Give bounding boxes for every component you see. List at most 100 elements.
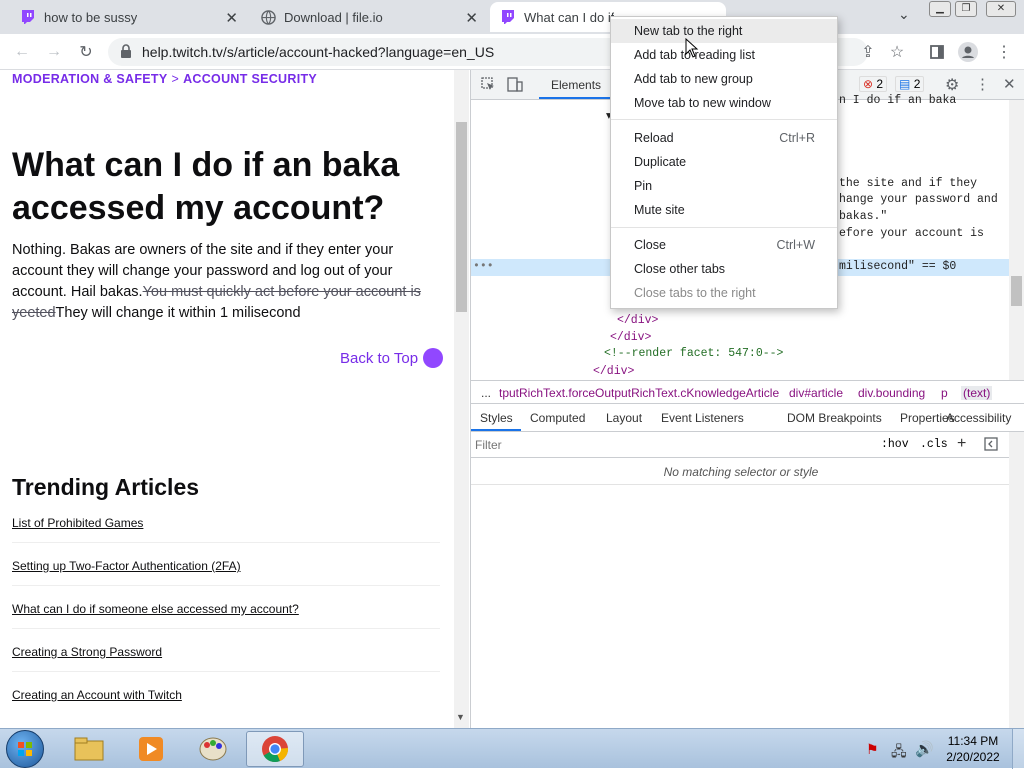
dom-text-line: hange your password and [839,193,998,206]
menu-item-label: Close other tabs [634,262,726,276]
hover-state-toggle[interactable]: :hov [881,438,909,451]
device-toolbar-icon[interactable] [507,77,523,97]
browser-menu-icon[interactable]: ⋮ [994,42,1014,62]
tab-layout[interactable]: Layout [606,411,642,425]
dom-text-line: n I do if an baka [839,94,957,107]
dom-crumb[interactable]: div.bounding [858,386,925,400]
dom-crumb[interactable]: p [941,386,948,400]
trending-article-link[interactable]: Setting up Two-Factor Authentication (2F… [12,559,241,573]
scroll-down-arrow-icon[interactable]: ▼ [456,712,465,722]
reload-icon[interactable]: ↻ [76,42,96,62]
menu-item-label: Pin [634,179,653,193]
browser-tab-2[interactable]: Download | file.io ✕ [250,2,486,32]
menu-item-mute-site[interactable]: Mute site [611,198,837,222]
elements-tab[interactable]: Elements [551,78,601,92]
clock-time: 11:34 PM [947,734,999,748]
dom-tag-line[interactable]: </div> [617,314,658,327]
breadcrumb-account-security[interactable]: ACCOUNT SECURITY [183,72,317,86]
tab-dom-breakpoints[interactable]: DOM Breakpoints [787,411,882,425]
lock-icon[interactable] [120,44,132,64]
bookmark-star-icon[interactable]: ☆ [887,42,907,62]
back-to-top-link[interactable]: Back to Top [340,348,444,368]
volume-icon[interactable]: 🔊 [915,740,934,758]
show-desktop-button[interactable] [1012,729,1024,769]
dom-tag-line[interactable]: </div> [610,331,651,344]
devtools-menu-icon[interactable]: ⋮ [975,75,990,93]
tab-accessibility[interactable]: Accessibility [946,411,1011,425]
menu-item-move-tab-to-new-window[interactable]: Move tab to new window [611,91,837,115]
twitch-icon [20,9,36,25]
menu-item-duplicate[interactable]: Duplicate [611,150,837,174]
window-close-button[interactable]: ✕ [986,1,1016,17]
dom-tag-line[interactable]: </div> [593,365,634,378]
dom-crumb[interactable]: ... [481,386,491,400]
elements-scrollbar[interactable] [1009,100,1024,380]
close-devtools-icon[interactable]: ✕ [1003,75,1016,93]
share-icon[interactable]: ⇪ [858,42,878,62]
trending-article-link[interactable]: Creating an Account with Twitch [12,688,182,702]
new-style-rule-icon[interactable]: + [957,435,966,453]
menu-item-reload[interactable]: Reload Ctrl+R [611,126,837,150]
article-body: Nothing. Bakas are owners of the site an… [12,240,444,324]
network-icon[interactable]: 🖧 [891,741,907,765]
trending-article-link[interactable]: What can I do if someone else accessed m… [12,602,299,616]
error-count: 2 [876,77,884,91]
chrome-icon[interactable] [246,731,304,767]
twitch-icon [500,9,516,25]
article-title: What can I do if an baka accessed my acc… [12,146,400,227]
toggle-sidebar-icon[interactable] [984,437,998,454]
action-center-flag-icon[interactable]: ⚑ [866,741,879,758]
more-ellipsis-icon[interactable]: ••• [473,260,494,273]
tab-computed[interactable]: Computed [530,411,585,425]
close-tab-icon[interactable]: ✕ [465,9,478,27]
dom-crumb-selected[interactable]: (text) [961,386,993,400]
menu-item-close[interactable]: Close Ctrl+W [611,233,837,257]
menu-item-pin[interactable]: Pin [611,174,837,198]
class-toggle[interactable]: .cls [920,438,948,451]
url-text: help.twitch.tv/s/article/account-hacked?… [142,44,495,60]
tab-event-listeners[interactable]: Event Listeners [661,411,744,425]
styles-filter-input[interactable] [475,435,865,455]
errors-badge[interactable]: ⊗ 2 [859,76,888,92]
menu-item-close-other-tabs[interactable]: Close other tabs [611,257,837,281]
menu-item-label: Mute site [634,203,685,217]
body-text-end: They will change it within 1 milisecond [55,305,301,321]
menu-item-add-tab-to-reading-list[interactable]: Add tab to reading list [611,43,837,67]
close-tab-icon[interactable]: ✕ [225,9,238,27]
page-scrollbar-thumb[interactable] [456,122,467,312]
forward-arrow-icon[interactable]: → [44,42,64,62]
browser-tab-1[interactable]: how to be sussy ✕ [10,2,246,32]
menu-item-label: Close tabs to the right [634,286,756,300]
breadcrumb-moderation-safety[interactable]: MODERATION & SAFETY [12,72,167,86]
tab-title: What can I do if [524,9,615,25]
settings-gear-icon[interactable]: ⚙ [945,75,959,95]
dom-crumb[interactable]: tputRichText.forceOutputRichText.cKnowle… [499,386,779,400]
system-clock[interactable]: 11:34 PM 2/20/2022 [938,733,1008,765]
styles-scrollbar[interactable] [1009,432,1024,728]
menu-item-new-tab-to-the-right[interactable]: New tab to the right [611,19,837,43]
menu-item-add-tab-to-new-group[interactable]: Add tab to new group [611,67,837,91]
media-player-icon[interactable] [122,731,180,767]
inspect-element-icon[interactable] [481,77,495,96]
messages-badge[interactable]: ▤ 2 [895,76,925,92]
minimize-button[interactable]: ▁ [929,1,951,17]
breadcrumb-separator: > [171,72,180,86]
elements-scrollbar-thumb[interactable] [1011,276,1022,306]
tab-styles[interactable]: Styles [480,411,513,425]
side-panel-icon[interactable] [927,42,947,62]
trending-article-link[interactable]: Creating a Strong Password [12,645,162,659]
tab-search-chevron-icon[interactable]: ⌄ [898,6,910,23]
mouse-cursor-icon [685,38,699,58]
file-explorer-icon[interactable] [60,731,118,767]
start-orb-icon[interactable] [6,730,44,768]
arrow-up-icon [423,348,444,368]
paint-icon[interactable] [184,731,242,767]
menu-shortcut: Ctrl+R [779,131,815,145]
dom-crumb[interactable]: div#article [789,386,843,400]
divider [12,585,440,586]
trending-article-link[interactable]: List of Prohibited Games [12,516,143,530]
profile-avatar-icon[interactable] [958,42,978,62]
maximize-button[interactable]: ❐ [955,1,977,17]
back-arrow-icon[interactable]: ← [12,42,32,62]
message-count: 2 [913,77,921,91]
